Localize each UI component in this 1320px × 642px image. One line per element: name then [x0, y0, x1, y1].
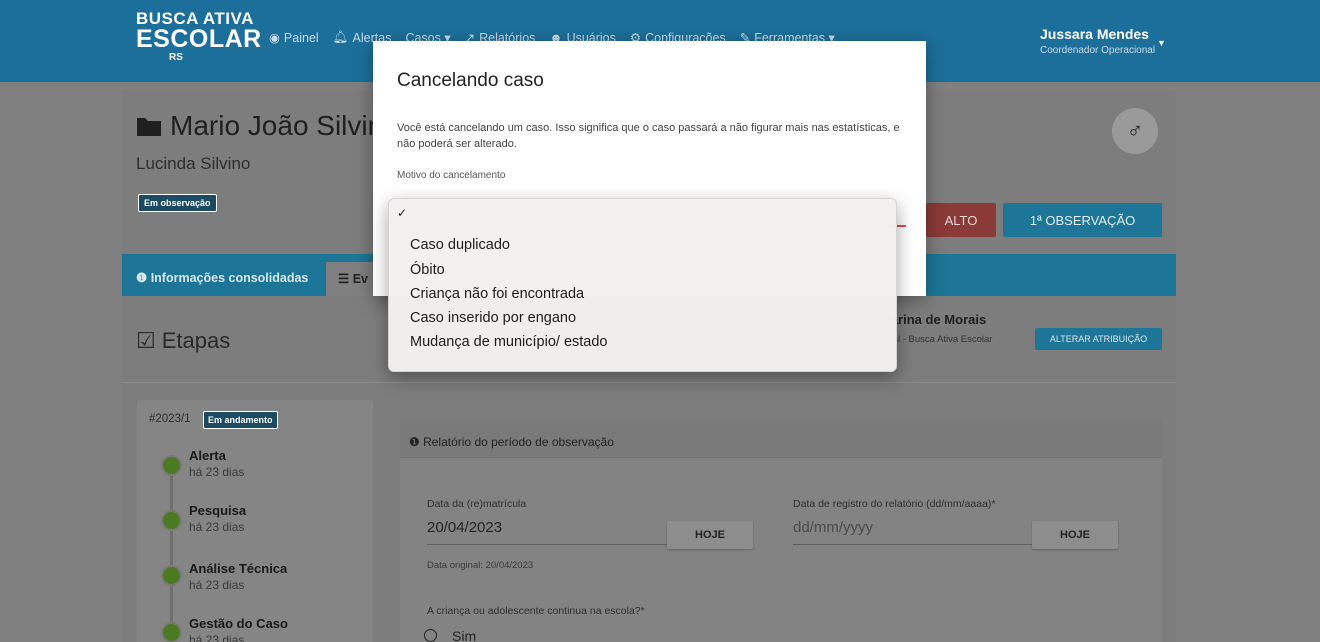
stage-button[interactable]: 1ª OBSERVAÇÃO: [1003, 203, 1162, 237]
register-date-label: Data de registro do relatório (dd/mm/aaa…: [793, 498, 996, 510]
modal-title: Cancelando caso: [397, 70, 544, 91]
case-title: Mario João Silvino: [136, 110, 399, 142]
register-date-field[interactable]: dd/mm/yyyy: [793, 519, 873, 536]
case-responsible: Lucinda Silvino: [136, 154, 251, 173]
option-moved[interactable]: Mudança de município/ estado: [410, 334, 608, 350]
checkbox-icon: ☑: [136, 328, 156, 353]
caret-down-icon: ▼: [1157, 38, 1166, 48]
step-title[interactable]: Alerta: [189, 448, 226, 463]
cancel-reason-label: Motivo do cancelamento: [397, 170, 506, 181]
checkmark-icon[interactable]: ✓: [397, 206, 407, 220]
change-assignment-button[interactable]: ALTERAR ATRIBUIÇÃO: [1035, 328, 1162, 350]
tab-label: Ev: [352, 272, 368, 286]
brand-line2: ESCOLAR: [136, 25, 262, 53]
dashboard-icon: ◉: [269, 31, 280, 45]
user-role: Coordenador Operacional: [1040, 45, 1156, 56]
timeline-line: [170, 455, 173, 642]
step-title[interactable]: Análise Técnica: [189, 561, 287, 576]
user-menu[interactable]: Jussara Mendes Coordenador Operacional ▼: [1040, 26, 1166, 56]
nav-item-painel[interactable]: ◉ Painel: [269, 30, 319, 46]
report-title-text: Relatório do período de observação: [423, 435, 614, 449]
enrollment-date-field[interactable]: 20/04/2023: [427, 519, 502, 536]
tab-label: Informações consolidadas: [150, 271, 309, 285]
option-death[interactable]: Óbito: [410, 262, 445, 278]
info-icon: ❶: [136, 271, 151, 285]
modal-description: Você está cancelando um caso. Isso signi…: [397, 122, 900, 150]
progress-badge: Em andamento: [203, 411, 278, 429]
radio-yes[interactable]: [424, 629, 437, 642]
step-dot-icon: [161, 622, 182, 642]
step-time: há 23 dias: [189, 633, 245, 642]
enrollment-label: Data da (re)matrícula: [427, 498, 527, 510]
gender-icon[interactable]: ♂: [1112, 108, 1158, 154]
status-badge: Em observação: [138, 194, 217, 212]
report-title: ❶ Relatório do período de observação: [409, 435, 614, 449]
step-time: há 23 dias: [189, 578, 245, 592]
brand-logo[interactable]: BUSCA ATIVA ESCOLAR RS: [136, 10, 262, 63]
list-icon: ☰: [338, 272, 353, 286]
option-child-not-found[interactable]: Criança não foi encontrada: [410, 286, 584, 302]
etapas-title: Etapas: [161, 328, 231, 353]
folder-icon: [137, 118, 161, 136]
nav-label: Painel: [283, 30, 319, 45]
risk-button[interactable]: ALTO: [926, 203, 996, 237]
bell-icon: 🔔︎: [332, 30, 349, 44]
step-dot-icon: [161, 510, 182, 531]
info-icon: ❶: [409, 435, 424, 449]
today-button[interactable]: HOJE: [667, 521, 753, 549]
step-title[interactable]: Pesquisa: [189, 503, 246, 518]
step-dot-icon: [161, 565, 182, 586]
today-button[interactable]: HOJE: [1032, 521, 1118, 549]
case-name: Mario João Silvino: [170, 110, 399, 141]
step-time: há 23 dias: [189, 520, 245, 534]
school-question: A criança ou adolescente continua na esc…: [427, 605, 645, 617]
step-title[interactable]: Gestão do Caso: [189, 616, 288, 631]
radio-yes-label: Sim: [452, 628, 477, 642]
original-date: Data original: 20/04/2023: [427, 560, 534, 571]
option-inserted-by-mistake[interactable]: Caso inserido por engano: [410, 310, 576, 326]
step-time: há 23 dias: [189, 465, 245, 479]
tab-consolidated[interactable]: ❶ Informações consolidadas: [136, 270, 308, 285]
divider: [122, 382, 1176, 383]
case-id: #2023/1: [149, 413, 191, 425]
user-name: Jussara Mendes: [1040, 26, 1149, 42]
option-duplicate-case[interactable]: Caso duplicado: [410, 237, 510, 253]
etapas-heading: ☑ Etapas: [136, 328, 230, 354]
brand-line3: RS: [169, 52, 183, 63]
step-dot-icon: [161, 455, 182, 476]
